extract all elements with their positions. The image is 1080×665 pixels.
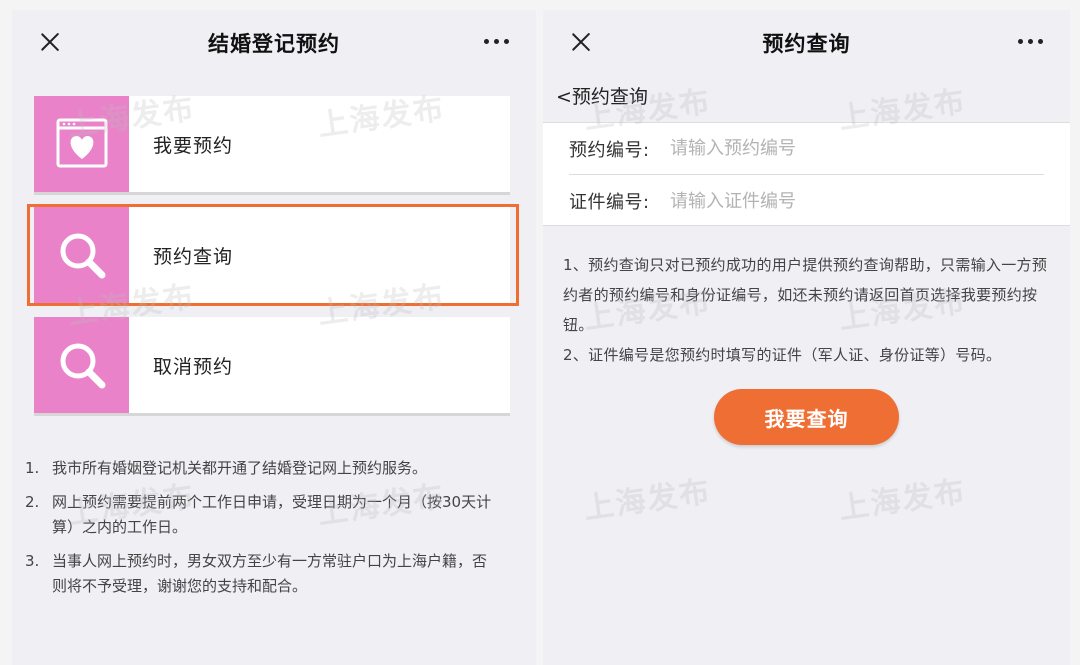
appointment-number-label: 预约编号: [569,139,650,161]
id-number-row: 证件编号: [569,175,1044,227]
make-appointment-label: 我要预约 [153,135,234,157]
card-icon-bg [34,317,129,413]
instruction-paragraph: 1、预约查询只对已预约成功的用户提供预约查询帮助，只需输入一方预约者的预约编号和… [563,256,1048,334]
right-screen: 预约查询 <预约查询 预约编号: 证件编号: 1、预约查询只对已预约成功的用户提… [543,10,1070,665]
left-title-bar: 结婚登记预约 [12,10,536,74]
query-button[interactable]: 我要查询 [714,389,899,445]
left-page-title: 结婚登记预约 [208,32,340,56]
search-icon [60,343,106,389]
appointment-number-row: 预约编号: [569,123,1044,175]
make-appointment-card[interactable]: 我要预约 [34,96,510,192]
list-item: 2. 网上预约需要提前两个工作日申请，受理日期为一个月（按30天计算）之内的工作日… [25,493,492,536]
query-instructions: 1、预约查询只对已预约成功的用户提供预约查询帮助，只需输入一方预约者的预约编号和… [563,250,1053,370]
appointment-number-input[interactable] [670,130,1044,167]
more-options-icon[interactable] [484,39,510,45]
right-page-title: 预约查询 [762,32,851,56]
query-form: 预约编号: 证件编号: [543,122,1070,226]
back-link[interactable]: <预约查询 [556,82,648,109]
id-number-label: 证件编号: [569,192,650,213]
id-number-input[interactable] [670,183,1044,219]
instruction-paragraph: 2、证件编号是您预约时填写的证件（军人证、身份证等）号码。 [563,346,1002,364]
cancel-appointment-card[interactable]: 取消预约 [34,317,510,413]
left-screen: 结婚登记预约 我要预约 预约查询 取消预约 1. 我市所有婚姻登记机关都开通了结… [12,10,536,665]
calendar-heart-icon [56,118,108,168]
watermark: 上海发布 [836,474,969,527]
cancel-appointment-label: 取消预约 [153,356,234,378]
list-item: 1. 我市所有婚姻登记机关都开通了结婚登记网上预约服务。 [25,459,428,477]
watermark: 上海发布 [581,474,714,527]
card-icon-bg [34,96,129,192]
notice-list: 1. 我市所有婚姻登记机关都开通了结婚登记网上预约服务。 2. 网上预约需要提前两个… [25,456,495,608]
right-title-bar: 预约查询 [543,10,1070,74]
more-options-icon[interactable] [1018,39,1044,45]
list-item: 3. 当事人网上预约时，男女双方至少有一方常驻户口为上海户籍，否则将不予受理，谢谢… [25,552,488,595]
selection-highlight [27,204,519,306]
